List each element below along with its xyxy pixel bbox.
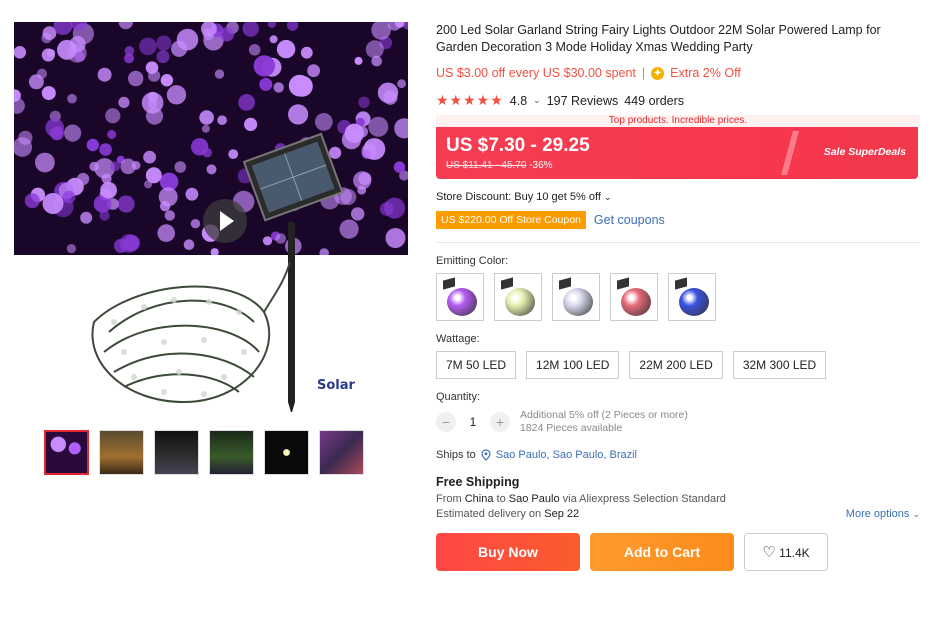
solar-panel-icon [617, 277, 629, 290]
wishlist-button[interactable]: ♡ 11.4K [744, 533, 828, 571]
superdeals-badge: Sale SuperDeals [823, 146, 906, 158]
original-price-row: US $11.41 - 45.70 -36% [446, 160, 553, 171]
solar-panel-icon [559, 277, 571, 290]
thumbnail[interactable] [209, 430, 254, 475]
thumbnail-strip [44, 430, 364, 475]
get-coupons-link[interactable]: Get coupons [594, 213, 665, 227]
free-shipping: Free Shipping [436, 475, 520, 489]
product-gallery: Solar [14, 22, 410, 475]
more-options-link[interactable]: More options ⌄ [846, 508, 920, 520]
store-discount-text: Store Discount: Buy 10 get 5% off [436, 191, 601, 203]
rating-score[interactable]: 4.8 [510, 94, 527, 108]
wattage-label: Wattage: [436, 333, 480, 345]
promo-separator: | [641, 66, 646, 80]
color-label: Emitting Color: [436, 255, 509, 267]
product-details: 200 Led Solar Garland String Fairy Light… [436, 22, 920, 571]
price: US $7.30 - 29.25 [446, 135, 590, 156]
image-caption: Solar [317, 378, 355, 393]
quantity-stepper: − 1 + Additional 5% off (2 Pieces or mor… [436, 409, 920, 435]
solar-panel-icon [501, 277, 513, 290]
main-product-image[interactable]: Solar [14, 22, 410, 412]
original-price: US $11.41 - 45.70 [446, 160, 527, 171]
light-ball-icon [563, 288, 593, 316]
estimated-prefix: Estimated delivery on [436, 508, 542, 520]
add-to-cart-button[interactable]: Add to Cart [590, 533, 734, 571]
increase-quantity-button[interactable]: + [490, 412, 510, 432]
ships-to-row: Ships to Sao Paulo, Sao Paulo, Brazil [436, 449, 920, 461]
wattage-option[interactable]: 7M 50 LED [436, 351, 517, 379]
color-option[interactable] [436, 273, 484, 321]
deal-tagline: Top products. Incredible prices. [436, 115, 920, 127]
color-option[interactable] [610, 273, 658, 321]
chevron-down-icon: ⌄ [912, 509, 920, 519]
color-option[interactable] [494, 273, 542, 321]
more-options-label: More options [845, 508, 910, 520]
bulk-discount-text: Additional 5% off (2 Pieces or more) [520, 409, 688, 421]
light-ball-icon [621, 288, 651, 316]
heart-icon: ♡ [762, 544, 776, 561]
wattage-option[interactable]: 12M 100 LED [526, 351, 620, 379]
buy-now-button[interactable]: Buy Now [436, 533, 580, 571]
solar-panel-icon [675, 277, 687, 290]
divider [436, 242, 920, 243]
location-pin-icon [481, 449, 491, 461]
thumbnail[interactable] [99, 430, 144, 475]
review-count[interactable]: 197 Reviews [547, 94, 619, 108]
decrease-quantity-button[interactable]: − [436, 412, 456, 432]
shipping-route: From China to Sao Paulo via Aliexpress S… [436, 493, 920, 505]
promo-extra[interactable]: Extra 2% Off [670, 66, 741, 80]
route-to: to [496, 493, 506, 505]
quantity-label: Quantity: [436, 391, 481, 403]
ship-from: China [464, 493, 494, 505]
coin-icon: ✦ [651, 66, 665, 80]
store-coupon-badge: US $220.00 Off Store Coupon [436, 211, 586, 229]
wishlist-count: 11.4K [779, 546, 810, 560]
coupon-row: US $220.00 Off Store Coupon Get coupons [436, 211, 920, 229]
quantity-info: Additional 5% off (2 Pieces or more) 182… [520, 409, 688, 435]
order-count: 449 orders [624, 93, 685, 108]
thumbnail[interactable] [154, 430, 199, 475]
light-ball-icon [447, 288, 477, 316]
color-option[interactable] [668, 273, 716, 321]
quantity-value[interactable]: 1 [466, 415, 480, 429]
estimated-delivery-row: Estimated delivery on Sep 22 More option… [436, 508, 920, 520]
chevron-down-icon: ⌄ [603, 192, 612, 202]
product-title: 200 Led Solar Garland String Fairy Light… [436, 23, 881, 54]
promo-off[interactable]: US $3.00 off every US $30.00 spent [436, 66, 636, 80]
play-video-button[interactable] [203, 199, 247, 243]
route-via: via Aliexpress Selection Standard [562, 493, 726, 505]
estimated-delivery: Estimated delivery on Sep 22 [436, 508, 579, 520]
decorative-slash [781, 131, 799, 175]
estimated-date: Sep 22 [544, 508, 580, 520]
color-option[interactable] [552, 273, 600, 321]
thumbnail[interactable] [319, 430, 364, 475]
available-count: 1824 Pieces available [520, 422, 623, 434]
ship-to: Sao Paulo [508, 493, 560, 505]
ship-location-link[interactable]: Sao Paulo, Sao Paulo, Brazil [496, 449, 637, 461]
star-rating-icon: ★★★★★ [436, 92, 504, 108]
thumbnail[interactable] [264, 430, 309, 475]
superdeals-banner: Top products. Incredible prices. US $7.3… [436, 115, 920, 183]
price-box: US $7.30 - 29.25 US $11.41 - 45.70 -36% … [436, 127, 918, 179]
light-ball-icon [505, 288, 535, 316]
promo-row: US $3.00 off every US $30.00 spent | ✦ E… [436, 66, 920, 80]
color-options [436, 273, 920, 321]
wattage-options: 7M 50 LED 12M 100 LED 22M 200 LED 32M 30… [436, 351, 920, 379]
ships-to-label: Ships to [436, 449, 476, 461]
wattage-option[interactable]: 32M 300 LED [732, 351, 827, 379]
store-discount[interactable]: Store Discount: Buy 10 get 5% off ⌄ [436, 191, 920, 203]
solar-panel-icon [443, 277, 455, 290]
rating-row: ★★★★★ 4.8 ⌄ 197 Reviews 449 orders [436, 92, 920, 109]
light-ball-icon [679, 288, 709, 316]
chevron-down-icon[interactable]: ⌄ [533, 95, 541, 106]
action-buttons: Buy Now Add to Cart ♡ 11.4K [436, 533, 920, 571]
route-prefix: From [436, 493, 462, 505]
thumbnail[interactable] [44, 430, 89, 475]
wattage-option[interactable]: 22M 200 LED [629, 351, 723, 379]
discount-percent: -36% [529, 160, 553, 171]
